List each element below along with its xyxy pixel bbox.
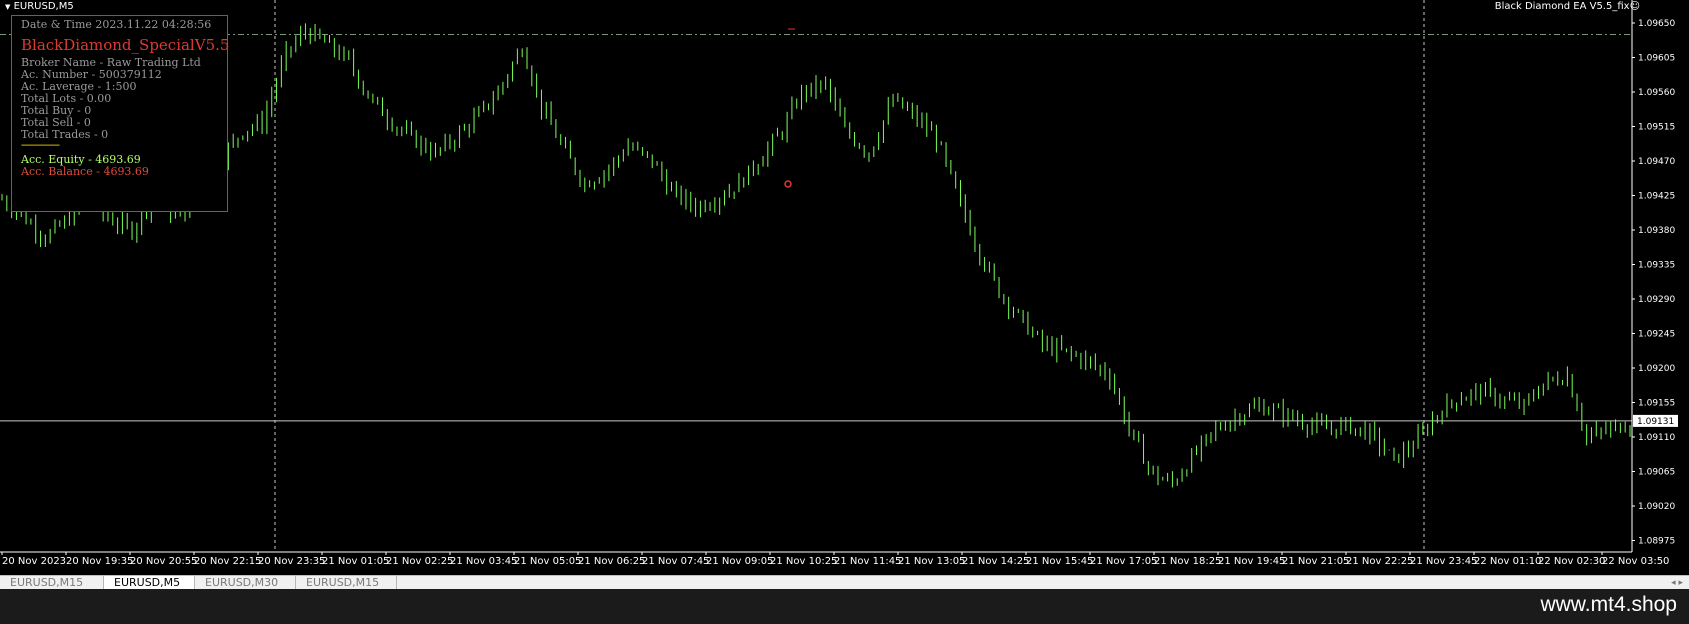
close-marker (784, 180, 792, 188)
price-chart[interactable]: 1.09650 1.09605 1.09560 1.09515 1.09470 1.094… (0, 0, 1689, 575)
price-tick-label: 1.09605 (1638, 54, 1675, 64)
symbol-text: EURUSD,M5 (13, 1, 74, 12)
chart-tabs-bar: EURUSD,M15 EURUSD,M5 EURUSD,M30 EURUSD,M… (0, 575, 1689, 590)
time-tick-label: 21 Nov 21:05 (1282, 556, 1349, 567)
time-tick-label: 22 Nov 03:50 (1602, 556, 1669, 567)
time-tick-label: 21 Nov 01:05 (322, 556, 389, 567)
price-tick-label: 1.09110 (1638, 433, 1675, 443)
tab-eurusd-m30[interactable]: EURUSD,M30 (195, 576, 296, 590)
info-balance: Acc. Balance - 4693.69 (21, 165, 149, 178)
price-tick-label: 1.09155 (1638, 399, 1675, 409)
tab-label: EURUSD,M15 (306, 576, 380, 589)
time-tick-label: 20 Nov 19:35 (66, 556, 133, 567)
info-datetime: Date & Time 2023.11.22 04:28:56 (21, 18, 212, 31)
current-price-label: 1.09131 (1637, 417, 1674, 427)
time-tick-label: 20 Nov 20:55 (130, 556, 197, 567)
price-tick-label: 1.08975 (1638, 537, 1675, 547)
time-tick-label: 21 Nov 13:05 (898, 556, 965, 567)
price-tick-label: 1.09335 (1638, 261, 1675, 271)
ea-name-label: Black Diamond EA V5.5_fix☺ (1494, 1, 1640, 12)
time-tick-label: 21 Nov 02:25 (386, 556, 453, 567)
price-tick-label: 1.09065 (1638, 468, 1675, 478)
tab-eurusd-m15-2[interactable]: EURUSD,M15 (296, 576, 397, 590)
time-tick-label: 21 Nov 10:25 (770, 556, 837, 567)
price-tick-label: 1.09290 (1638, 295, 1675, 305)
time-tick-label: 21 Nov 03:45 (450, 556, 517, 567)
time-tick-label: 20 Nov 22:15 (194, 556, 261, 567)
axis-layer: 1.09650 1.09605 1.09560 1.09515 1.09470 1.094… (0, 0, 1678, 567)
ea-info-panel: Date & Time 2023.11.22 04:28:56 BlackDia… (11, 15, 230, 212)
tab-label: EURUSD,M30 (205, 576, 279, 589)
price-tick-label: 1.09425 (1638, 192, 1675, 202)
tab-eurusd-m5[interactable]: EURUSD,M5 (104, 576, 195, 590)
chart-area[interactable]: 1.09650 1.09605 1.09560 1.09515 1.09470 1.094… (0, 0, 1689, 575)
footer-bar: www.mt4.shop (0, 589, 1689, 624)
time-tick-label: 21 Nov 22:25 (1346, 556, 1413, 567)
time-tick-label: 21 Nov 18:25 (1154, 556, 1221, 567)
price-tick-label: 1.09560 (1638, 88, 1675, 98)
price-tick-label: 1.09245 (1638, 330, 1675, 340)
price-tick-label: 1.09470 (1638, 157, 1675, 167)
time-tick-label: 21 Nov 17:05 (1090, 556, 1157, 567)
tab-eurusd-m15[interactable]: EURUSD,M15 (0, 576, 104, 590)
price-tick-label: 1.09380 (1638, 226, 1675, 236)
tab-scroll-arrows[interactable]: ◂ ▸ (1671, 576, 1683, 590)
time-tick-label: 21 Nov 14:25 (962, 556, 1029, 567)
time-tick-label: 20 Nov 23:35 (258, 556, 325, 567)
info-title: BlackDiamond_SpecialV5.5 (21, 36, 230, 54)
time-tick-label: 21 Nov 11:45 (834, 556, 901, 567)
price-tick-label: 1.09515 (1638, 123, 1675, 133)
time-tick-label: 21 Nov 15:45 (1026, 556, 1093, 567)
price-tick-label: 1.09020 (1638, 502, 1675, 512)
time-tick-label: 21 Nov 06:25 (578, 556, 645, 567)
time-tick-label: 21 Nov 09:05 (706, 556, 773, 567)
time-tick-label: 22 Nov 02:30 (1538, 556, 1605, 567)
info-separator: ---------------- (21, 140, 60, 151)
time-tick-label: 21 Nov 23:45 (1410, 556, 1477, 567)
chevron-down-icon[interactable]: ▼ (5, 3, 10, 11)
watermark: www.mt4.shop (1540, 593, 1677, 616)
price-tick-label: 1.09650 (1638, 19, 1675, 29)
tab-label: EURUSD,M15 (10, 576, 84, 589)
price-tick-label: 1.09200 (1638, 364, 1675, 374)
tab-label: EURUSD,M5 (114, 576, 181, 589)
candle-layer (1, 23, 1631, 488)
time-tick-label: 21 Nov 19:45 (1218, 556, 1285, 567)
time-tick-label: 20 Nov 2023 (2, 556, 66, 567)
chart-symbol-label: ▼ EURUSD,M5 (5, 1, 74, 12)
time-tick-label: 21 Nov 05:05 (514, 556, 581, 567)
time-tick-label: 22 Nov 01:10 (1474, 556, 1541, 567)
time-tick-label: 21 Nov 07:45 (642, 556, 709, 567)
